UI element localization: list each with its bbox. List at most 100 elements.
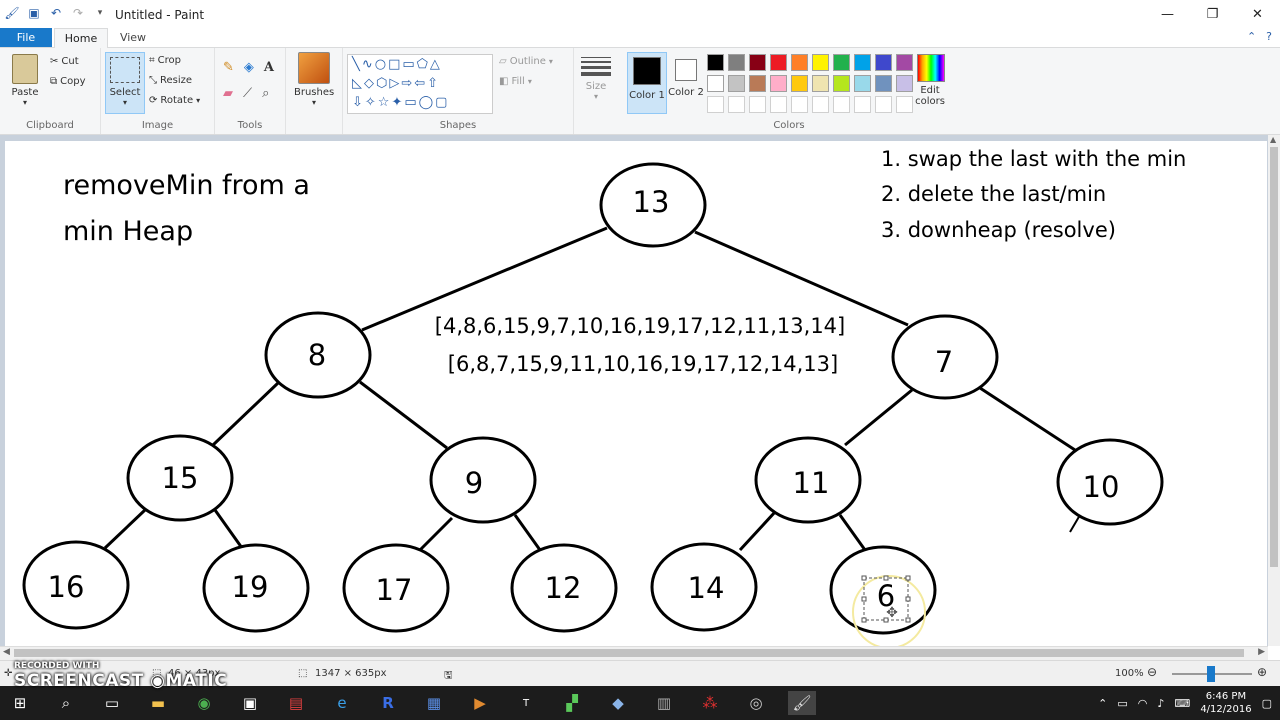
palette-swatch[interactable]	[749, 96, 766, 113]
help-icon[interactable]: ?	[1266, 30, 1272, 43]
zoom-slider-knob[interactable]	[1207, 666, 1215, 682]
paste-button[interactable]: Paste ▾	[8, 54, 42, 107]
palette-swatch[interactable]	[875, 96, 892, 113]
grid-app-icon[interactable]: ⁂	[696, 691, 724, 715]
zoom-out-button[interactable]: ⊖	[1147, 665, 1157, 679]
palette-swatch[interactable]	[896, 75, 913, 92]
palette-swatch[interactable]	[854, 96, 871, 113]
calculator-icon[interactable]: ▥	[650, 691, 678, 715]
palette-swatch[interactable]	[749, 75, 766, 92]
minimize-button[interactable]: —	[1145, 0, 1190, 28]
outline-button[interactable]: ▱ Outline ▾	[499, 56, 553, 67]
zoom-in-button[interactable]: ⊕	[1257, 665, 1267, 679]
horizontal-scrollbar[interactable]: ◀ ▶	[0, 646, 1268, 660]
palette-swatch[interactable]	[791, 54, 808, 71]
color-picker-icon[interactable]: ⟋	[243, 86, 252, 101]
cut-button[interactable]: ✂ Cut	[50, 56, 79, 67]
close-button[interactable]: ✕	[1235, 0, 1280, 28]
color2-button[interactable]: Color 2	[668, 52, 704, 98]
customize-chevron-icon[interactable]: ▾	[92, 5, 108, 21]
palette-swatch[interactable]	[770, 75, 787, 92]
size-button[interactable]: Size ▾	[576, 54, 616, 101]
save-icon[interactable]: ▣	[26, 5, 42, 21]
palette-swatch[interactable]	[770, 54, 787, 71]
notifications-icon[interactable]: ▢	[1262, 697, 1272, 710]
r-language-icon[interactable]: R	[374, 691, 402, 715]
palette-swatch[interactable]	[875, 54, 892, 71]
crop-button[interactable]: ⌗ Crop	[149, 55, 181, 66]
tab-home[interactable]: Home	[54, 28, 108, 48]
paint-taskbar-icon[interactable]: 🖌	[788, 691, 816, 715]
cube-app-icon[interactable]: ◆	[604, 691, 632, 715]
pencil-icon[interactable]: ✎	[223, 60, 234, 75]
palette-swatch[interactable]	[875, 75, 892, 92]
palette-swatch[interactable]	[833, 54, 850, 71]
palette-swatch[interactable]	[728, 96, 745, 113]
vertical-scrollbar[interactable]: ▲	[1268, 135, 1280, 646]
palette-swatch[interactable]	[770, 96, 787, 113]
resize-button[interactable]: ⤡ Resize	[149, 75, 192, 86]
rotate-button[interactable]: ⟳ Rotate ▾	[149, 95, 200, 106]
tex-editor-icon[interactable]: T	[512, 691, 540, 715]
palette-swatch[interactable]	[812, 54, 829, 71]
file-explorer-icon[interactable]: ▬	[144, 691, 172, 715]
chrome-icon[interactable]: ◉	[190, 691, 218, 715]
maximize-button[interactable]: ❐	[1190, 0, 1235, 28]
brushes-button[interactable]: Brushes ▾	[294, 52, 334, 107]
chart-app-icon[interactable]: ▞	[558, 691, 586, 715]
terminal-icon[interactable]: ▣	[236, 691, 264, 715]
palette-swatch[interactable]	[896, 54, 913, 71]
palette-swatch[interactable]	[728, 75, 745, 92]
paint-app-icon[interactable]: 🖌	[4, 5, 20, 21]
color1-button[interactable]: Color 1	[627, 52, 667, 114]
search-icon[interactable]: ⌕	[52, 691, 80, 715]
palette-swatch[interactable]	[791, 96, 808, 113]
vertical-scroll-thumb[interactable]	[1270, 147, 1278, 567]
edge-browser-icon[interactable]: e	[328, 691, 356, 715]
text-icon[interactable]: A	[264, 60, 274, 75]
palette-swatch[interactable]	[833, 96, 850, 113]
palette-swatch[interactable]	[854, 54, 871, 71]
horizontal-scroll-thumb[interactable]	[14, 649, 1244, 657]
palette-swatch[interactable]	[812, 96, 829, 113]
drawing-canvas[interactable]: 13 8 7 15 9 11 10 16 19 17 12 14 6 ✥ rem…	[5, 141, 1267, 646]
palette-swatch[interactable]	[833, 75, 850, 92]
undo-icon[interactable]: ↶	[48, 5, 64, 21]
screencast-app-icon[interactable]: ◎	[742, 691, 770, 715]
keyboard-icon[interactable]: ⌨	[1174, 697, 1190, 710]
volume-icon[interactable]: ♪	[1157, 697, 1164, 710]
clock[interactable]: 6:46 PM 4/12/2016	[1200, 690, 1251, 716]
palette-swatch[interactable]	[707, 75, 724, 92]
scroll-right-icon[interactable]: ▶	[1258, 647, 1265, 657]
eraser-icon[interactable]: ▰	[223, 86, 233, 101]
copy-button[interactable]: ⧉ Copy	[50, 76, 86, 87]
select-button[interactable]: Select ▾	[105, 52, 145, 114]
battery-icon[interactable]: ▭	[1117, 697, 1127, 710]
palette-swatch[interactable]	[749, 54, 766, 71]
collapse-ribbon-icon[interactable]: ⌃	[1247, 30, 1256, 43]
scroll-up-icon[interactable]: ▲	[1270, 135, 1276, 144]
network-app-icon[interactable]: ▦	[420, 691, 448, 715]
palette-swatch[interactable]	[707, 96, 724, 113]
palette-swatch[interactable]	[707, 54, 724, 71]
scroll-left-icon[interactable]: ◀	[3, 647, 10, 657]
edit-colors-button[interactable]: Edit colors	[912, 54, 950, 107]
magnifier-icon[interactable]: ⌕	[262, 86, 269, 101]
palette-swatch[interactable]	[854, 75, 871, 92]
palette-swatch[interactable]	[728, 54, 745, 71]
palette-swatch[interactable]	[791, 75, 808, 92]
palette-swatch[interactable]	[812, 75, 829, 92]
tray-overflow-icon[interactable]: ⌃	[1098, 697, 1107, 710]
tab-file[interactable]: File	[0, 28, 52, 47]
redo-icon[interactable]: ↷	[70, 5, 86, 21]
pdf-icon[interactable]: ▤	[282, 691, 310, 715]
wifi-icon[interactable]: ◠	[1138, 697, 1148, 710]
fill-button[interactable]: ◧ Fill ▾	[499, 76, 532, 87]
shapes-gallery[interactable]: ╲∿○□▭⬠△ ◺◇⬡▷⇨⇦⇧ ⇩✧☆✦▭◯▢	[347, 54, 493, 114]
tab-view[interactable]: View	[112, 28, 154, 47]
media-app-icon[interactable]: ▶	[466, 691, 494, 715]
palette-swatch[interactable]	[896, 96, 913, 113]
fill-bucket-icon[interactable]: ◈	[244, 60, 254, 75]
task-view-icon[interactable]: ▭	[98, 691, 126, 715]
windows-start-icon[interactable]: ⊞	[6, 691, 34, 715]
